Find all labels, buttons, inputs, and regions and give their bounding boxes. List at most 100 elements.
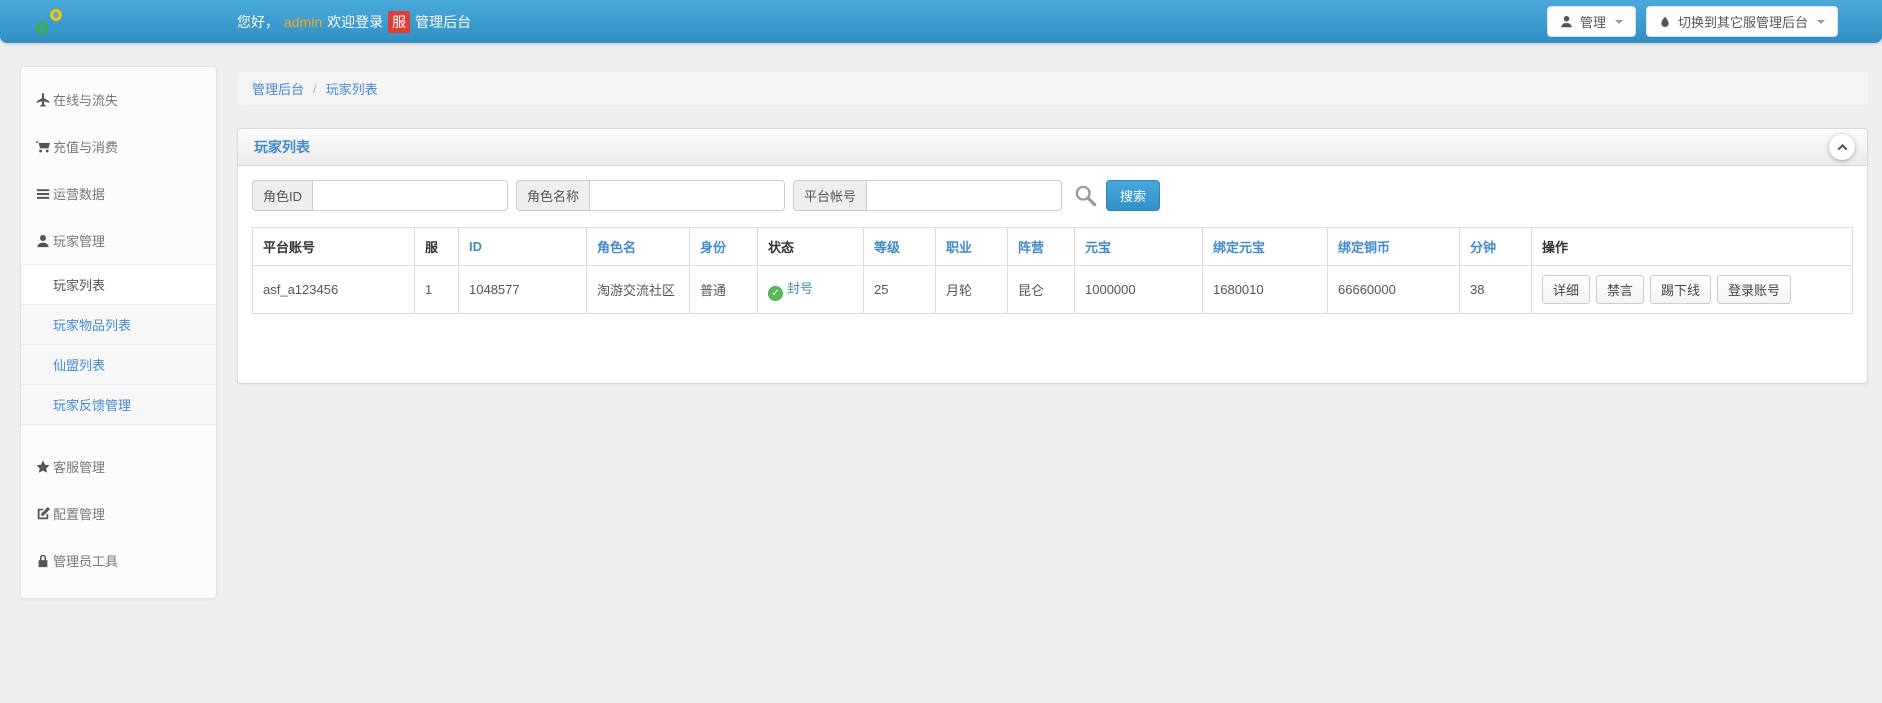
sidebar-item-operation-data[interactable]: 运营数据 [21,170,216,217]
manage-button-label: 管理 [1579,15,1606,30]
panel-collapse-button[interactable] [1829,134,1855,160]
app-logo-icon [36,8,63,35]
breadcrumb-separator: / [313,81,317,96]
platform-account-label: 平台帐号 [793,180,867,211]
sidebar-item-config-management[interactable]: 配置管理 [21,490,216,537]
sidebar-item-label: 管理员工具 [53,554,119,569]
player-management-submenu: 玩家列表 玩家物品列表 仙盟列表 玩家反馈管理 [21,264,216,425]
breadcrumb: 管理后台 / 玩家列表 [237,72,1868,105]
cell-status: ✓ 封号 [757,265,864,314]
cart-icon [36,140,50,154]
switch-server-dropdown-button[interactable]: 切换到其它服管理后台 [1645,6,1838,37]
navbar-actions: 管理 切换到其它服管理后台 [1546,6,1838,37]
sidebar-item-recharge-consume[interactable]: 充值与消费 [21,123,216,170]
role-id-label: 角色ID [252,180,313,211]
logo-yellow-ring-icon [50,9,62,21]
edit-icon [36,506,50,521]
switch-server-button-label: 切换到其它服管理后台 [1677,15,1808,30]
logo-green-ring-icon [36,22,48,34]
panel-body: 角色ID 角色名称 平台帐号 搜索 平台账号 服 ID 角色名 身份 状态 等级… [238,166,1867,328]
sidebar: 在线与流失 充值与消费 运营数据 玩家管理 玩家列表 玩家物品列表 仙盟列表 玩… [20,66,217,599]
sidebar-item-label: 充值与消费 [53,140,119,155]
col-minutes[interactable]: 分钟 [1459,227,1532,266]
ban-account-link[interactable]: 封号 [787,281,813,296]
top-navbar: 您好， admin 欢迎登录 服 管理后台 管理 切换到其它服管理后台 [0,0,1882,43]
role-name-field: 角色名称 [516,180,786,211]
cell-server: 1 [414,265,459,314]
logged-in-username: admin [284,13,323,30]
kick-offline-button[interactable]: 踢下线 [1650,275,1712,304]
table-header-row: 平台账号 服 ID 角色名 身份 状态 等级 职业 阵营 元宝 绑定元宝 绑定铜… [252,227,1853,266]
role-id-field: 角色ID [252,180,509,211]
panel-title: 玩家列表 [254,139,310,155]
user-icon [36,234,50,248]
manage-dropdown-button[interactable]: 管理 [1546,6,1636,37]
col-bound-copper[interactable]: 绑定铜币 [1327,227,1460,266]
col-role-name[interactable]: 角色名 [586,227,690,266]
cell-minutes: 38 [1459,265,1532,314]
detail-button[interactable]: 详细 [1542,275,1591,304]
col-yuanbao[interactable]: 元宝 [1074,227,1203,266]
sidebar-item-label: 在线与流失 [53,93,119,108]
sidebar-item-label: 仙盟列表 [53,358,106,373]
caret-down-icon [1817,19,1825,24]
platform-account-input[interactable] [866,180,1063,211]
col-identity[interactable]: 身份 [689,227,758,266]
plane-icon [36,92,50,107]
cell-id: 1048577 [458,265,587,314]
sidebar-item-player-management[interactable]: 玩家管理 [21,217,216,264]
player-list-panel: 玩家列表 角色ID 角色名称 平台帐号 搜索 平台账号 服 ID 角色名 身份 … [237,128,1868,384]
platform-account-field: 平台帐号 [793,180,1063,211]
login-account-button[interactable]: 登录账号 [1717,275,1792,304]
breadcrumb-link-admin-home[interactable]: 管理后台 [252,79,304,98]
col-server: 服 [414,227,459,266]
role-name-input[interactable] [589,180,786,211]
sidebar-item-admin-tools[interactable]: 管理员工具 [21,537,216,584]
tint-drop-icon [1659,15,1671,29]
col-job[interactable]: 职业 [935,227,1008,266]
cell-faction: 昆仑 [1007,265,1075,314]
col-level[interactable]: 等级 [863,227,936,266]
sidebar-item-label: 配置管理 [53,507,106,522]
welcome-greeting: 您好， [237,13,279,30]
search-icon [1074,184,1097,207]
sidebar-item-guild-list[interactable]: 仙盟列表 [21,345,216,385]
cell-role-name: 淘游交流社区 [586,265,690,314]
role-name-label: 角色名称 [516,180,590,211]
sidebar-item-label: 玩家列表 [53,278,106,293]
welcome-suffix: 管理后台 [415,13,472,30]
role-id-input[interactable] [312,180,509,211]
cell-yuanbao: 1000000 [1074,265,1203,314]
search-button[interactable]: 搜索 [1106,180,1161,211]
sidebar-item-label: 玩家反馈管理 [53,398,132,413]
chevron-up-icon [1837,143,1847,154]
sidebar-item-player-items-list[interactable]: 玩家物品列表 [21,305,216,345]
cell-platform-account: asf_a123456 [252,265,415,314]
server-badge: 服 [388,10,411,33]
check-circle-icon: ✓ [768,286,783,301]
user-icon [1560,15,1573,28]
sidebar-item-online-loss[interactable]: 在线与流失 [21,76,216,123]
cell-identity: 普通 [689,265,758,314]
caret-down-icon [1614,19,1623,24]
table-row: asf_a123456 1 1048577 淘游交流社区 普通 ✓ 封号 25 月… [252,265,1853,314]
sidebar-item-player-feedback[interactable]: 玩家反馈管理 [21,385,216,425]
sidebar-item-label: 客服管理 [53,460,106,475]
panel-heading: 玩家列表 [238,129,1867,166]
list-icon [36,187,50,201]
breadcrumb-current-page[interactable]: 玩家列表 [326,79,378,98]
sidebar-item-player-list[interactable]: 玩家列表 [21,265,216,305]
player-table: 平台账号 服 ID 角色名 身份 状态 等级 职业 阵营 元宝 绑定元宝 绑定铜… [252,227,1853,314]
cell-bound-yuanbao: 1680010 [1202,265,1328,314]
search-toolbar: 角色ID 角色名称 平台帐号 搜索 [252,180,1853,211]
cell-bound-copper: 66660000 [1327,265,1460,314]
sidebar-item-label: 玩家管理 [53,234,106,249]
col-bound-yuanbao[interactable]: 绑定元宝 [1202,227,1328,266]
col-status: 状态 [757,227,864,266]
mute-button[interactable]: 禁言 [1596,275,1645,304]
col-platform-account: 平台账号 [252,227,415,266]
sidebar-item-customer-service[interactable]: 客服管理 [21,443,216,490]
col-faction[interactable]: 阵营 [1007,227,1075,266]
col-id[interactable]: ID [458,227,587,266]
cell-level: 25 [863,265,936,314]
